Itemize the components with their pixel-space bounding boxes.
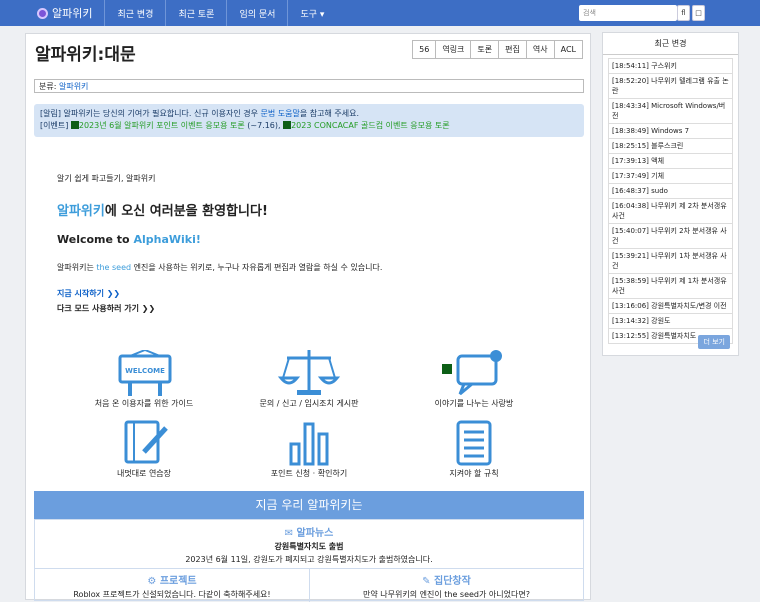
welcome-english-name: AlphaWiki! bbox=[133, 233, 201, 246]
list-item[interactable]: [13:16:06] 강원특별자치도/변경 이전 bbox=[608, 298, 733, 314]
list-item[interactable]: [15:39:21] 나무위키 1차 분서갱유 사건 bbox=[608, 248, 733, 274]
list-item[interactable]: [13:14:32] 강원도 bbox=[608, 313, 733, 329]
feature-label: 처음 온 이용자를 위한 가이드 bbox=[94, 399, 194, 408]
news-headline[interactable]: 강원특별자치도 출범 bbox=[35, 541, 583, 552]
chat-bubble-icon bbox=[442, 350, 502, 396]
search-button[interactable]: □ bbox=[692, 5, 705, 21]
description-post: 엔진을 사용하는 위키로, 누구나 자유롭게 편집과 열람을 하실 수 있습니다… bbox=[131, 263, 383, 272]
category-label: 분류: bbox=[39, 82, 57, 91]
notice-text: 알파위키는 당신의 기여가 필요합니다. 신규 이용자인 경우 bbox=[60, 109, 261, 118]
edit-button[interactable]: 편집 bbox=[498, 40, 527, 59]
collab-box: ✎ 집단창작 만약 나무위키의 엔진이 the seed가 아니었다면? bbox=[310, 568, 583, 602]
scales-icon bbox=[277, 350, 341, 395]
list-item[interactable]: [18:52:20] 나무위키 텔레그램 유출 논란 bbox=[608, 73, 733, 99]
search-input[interactable]: 검색 bbox=[579, 5, 677, 21]
feature-guide[interactable]: WELCOME 처음 온 이용자를 위한 가이드 bbox=[54, 350, 234, 408]
start-now-link[interactable]: 지금 시작하기 ❯❯ bbox=[57, 288, 557, 299]
event-link-2[interactable]: 2023 CONCACAF 골드컵 이벤트 응모용 토론 bbox=[291, 121, 449, 130]
welcome-heading: 알파위키에 오신 여러분을 환영합니다! bbox=[57, 200, 557, 219]
feature-rules[interactable]: 지켜야 할 규칙 bbox=[384, 420, 564, 478]
news-head: 알파뉴스 bbox=[296, 528, 334, 539]
project-box: ⚙ 프로젝트 Roblox 프로젝트가 신설되었습니다. 다같이 축하해주세요! bbox=[35, 568, 310, 602]
more-button[interactable]: 더 보기 bbox=[698, 335, 730, 349]
category-bar: 분류: 알파위키 bbox=[34, 79, 584, 93]
notice-tag: [알림] bbox=[40, 109, 61, 118]
event-separator: (~7.16), bbox=[244, 121, 284, 130]
list-item[interactable]: [18:54:11] 구스위키 bbox=[608, 58, 733, 74]
event-link-1[interactable]: 2023년 6월 알파위키 포인트 이벤트 응모용 토론 bbox=[79, 121, 245, 130]
feature-inquiry-board[interactable]: 문의 / 신고 / 임시조치 게시판 bbox=[219, 350, 399, 408]
welcome-english-pre: Welcome to bbox=[57, 233, 134, 246]
news-icon: ✉ bbox=[284, 528, 297, 539]
collab-head: 집단창작 bbox=[434, 576, 471, 587]
category-link[interactable]: 알파위키 bbox=[59, 82, 88, 91]
notice-box: [알림] 알파위키는 당신의 기여가 필요합니다. 신규 이용자인 경우 문법 … bbox=[34, 104, 584, 137]
logo-icon bbox=[37, 7, 48, 19]
list-item[interactable]: [17:39:13] 액체 bbox=[608, 153, 733, 169]
the-seed-link[interactable]: the seed bbox=[96, 263, 131, 272]
sign-text: WELCOME bbox=[125, 367, 165, 375]
collab-icon: ✎ bbox=[422, 576, 435, 587]
description: 알파위키는 the seed 엔진을 사용하는 위키로, 누구나 자유롭게 편집… bbox=[57, 262, 557, 273]
rules-document-icon bbox=[456, 420, 492, 466]
list-item[interactable]: [16:48:37] sudo bbox=[608, 183, 733, 199]
feature-sandbox[interactable]: 내멋대로 연습장 bbox=[54, 420, 234, 478]
sidebar-title: 최근 변경 bbox=[603, 33, 738, 55]
welcome-heading-rest: 에 오신 여러분을 환영합니다! bbox=[104, 204, 268, 219]
bar-chart-icon bbox=[289, 422, 329, 466]
project-text: Roblox 프로젝트가 신설되었습니다. 다같이 축하해주세요! bbox=[73, 590, 271, 599]
now-banner: 지금 우리 알파위키는 bbox=[34, 491, 584, 519]
search-go-button[interactable]: fl bbox=[677, 5, 690, 21]
nav-tools-menu[interactable]: 도구 ▾ bbox=[288, 0, 336, 26]
dark-mode-link[interactable]: 다크 모드 사용하러 가기 ❯❯ bbox=[57, 303, 557, 314]
recent-changes-sidebar: 최근 변경 [18:54:11] 구스위키 [18:52:20] 나무위키 텔레… bbox=[602, 32, 739, 356]
history-button[interactable]: 역사 bbox=[525, 40, 555, 59]
list-item[interactable]: [18:38:49] Windows 7 bbox=[608, 123, 733, 139]
star-count-button[interactable]: 56 bbox=[412, 40, 437, 59]
news-text: 2023년 6월 11일, 강원도가 폐지되고 강원특별자치도가 출범하였습니다… bbox=[185, 555, 433, 564]
nav-recent-changes[interactable]: 최근 변경 bbox=[105, 0, 167, 26]
page-title: 알파위키:대문 bbox=[35, 45, 136, 65]
feature-points[interactable]: 포인트 신청 · 확인하기 bbox=[219, 420, 399, 478]
syntax-help-link[interactable]: 문법 도움말 bbox=[261, 109, 300, 118]
feature-label: 포인트 신청 · 확인하기 bbox=[270, 469, 348, 478]
event-square-icon bbox=[283, 121, 292, 129]
project-head: 프로젝트 bbox=[159, 576, 197, 587]
list-item[interactable]: [16:04:38] 나무위키 제 2차 분서갱유 사건 bbox=[608, 198, 733, 224]
welcome-wiki-name[interactable]: 알파위키 bbox=[57, 204, 105, 219]
description-pre: 알파위키는 bbox=[57, 263, 97, 272]
feature-label: 이야기를 나누는 사랑방 bbox=[434, 399, 514, 408]
nav-recent-discussions[interactable]: 최근 토론 bbox=[166, 0, 228, 26]
site-logo[interactable]: 알파위키 bbox=[37, 0, 106, 26]
feature-label: 내멋대로 연습장 bbox=[116, 469, 172, 478]
project-icon: ⚙ bbox=[147, 576, 160, 587]
list-item[interactable]: [17:37:49] 기체 bbox=[608, 168, 733, 184]
list-item[interactable]: [18:25:15] 블루스크린 bbox=[608, 138, 733, 154]
acl-button[interactable]: ACL bbox=[553, 40, 583, 59]
collab-text: 만약 나무위키의 엔진이 the seed가 아니었다면? bbox=[363, 590, 530, 599]
list-item[interactable]: [18:43:34] Microsoft Windows/버전 bbox=[608, 98, 733, 124]
backlinks-button[interactable]: 역링크 bbox=[435, 40, 472, 59]
intro-section: 알기 쉽게 파고들기, 알파위키 알파위키에 오신 여러분을 환영합니다! We… bbox=[57, 173, 557, 314]
feature-label: 문의 / 신고 / 임시조치 게시판 bbox=[259, 399, 359, 408]
notebook-pen-icon bbox=[124, 420, 168, 464]
welcome-english: Welcome to AlphaWiki! bbox=[57, 233, 557, 246]
nav-random-page[interactable]: 임의 문서 bbox=[227, 0, 289, 26]
welcome-sign-icon: WELCOME bbox=[118, 350, 172, 396]
slogan: 알기 쉽게 파고들기, 알파위키 bbox=[57, 174, 156, 183]
notice-text-post: 을 참고해 주세요. bbox=[299, 109, 359, 118]
recent-changes-list: [18:54:11] 구스위키 [18:52:20] 나무위키 텔레그램 유출 … bbox=[603, 55, 738, 344]
brand-name: 알파위키 bbox=[52, 7, 93, 20]
list-item[interactable]: [15:38:59] 나무위키 제 1차 분서갱유 사건 bbox=[608, 273, 733, 299]
list-item[interactable]: [15:40:07] 나무위키 2차 분서갱유 사건 bbox=[608, 223, 733, 249]
event-tag: [이벤트] bbox=[40, 121, 69, 130]
feature-lounge[interactable]: 이야기를 나누는 사랑방 bbox=[384, 350, 564, 408]
main-content: 알파위키:대문 56 역링크 토론 편집 역사 ACL 분류: 알파위키 [알림… bbox=[25, 33, 591, 602]
feature-label: 지켜야 할 규칙 bbox=[449, 469, 499, 478]
news-header: ✉ 알파뉴스 bbox=[35, 524, 583, 539]
discussion-button[interactable]: 토론 bbox=[470, 40, 500, 59]
news-section: ✉ 알파뉴스 강원특별자치도 출범 2023년 6월 11일, 강원도가 폐지되… bbox=[34, 519, 584, 602]
page-toolbar: 56 역링크 토론 편집 역사 ACL bbox=[412, 40, 583, 59]
event-square-icon bbox=[70, 121, 79, 129]
